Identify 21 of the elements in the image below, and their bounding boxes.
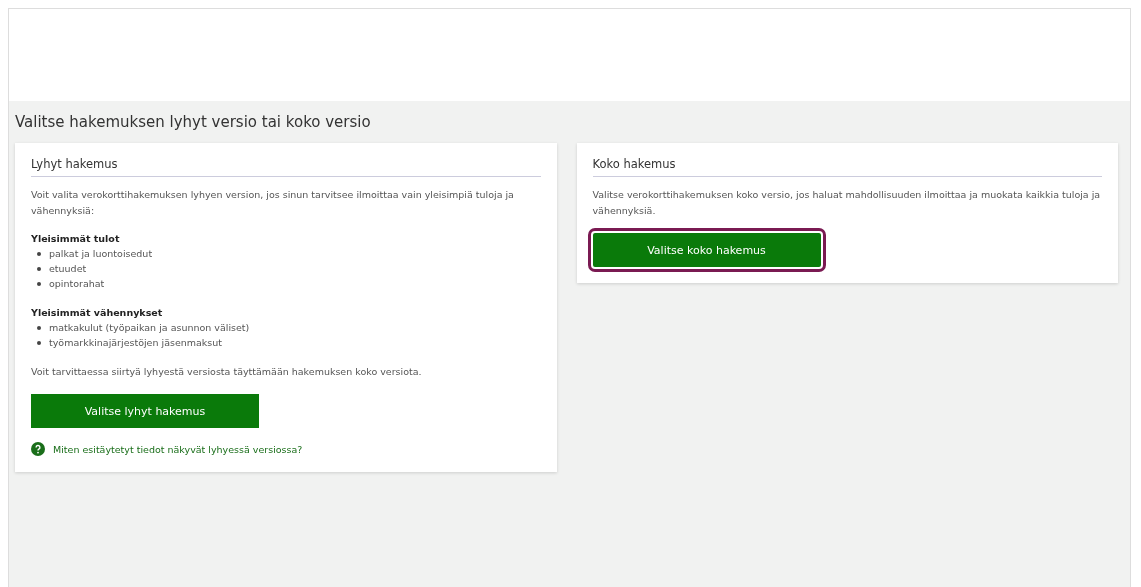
help-link[interactable]: Miten esitäytetyt tiedot näkyvät lyhyessä versiossa? (53, 443, 303, 455)
help-icon (31, 442, 45, 456)
page-heading: Valitse hakemuksen lyhyt versio tai koko versio (15, 113, 372, 131)
card-description: Voit valita verokorttihakemuksen lyhyen version, jos sinun tarvitsee ilmoittaa vain yleisimpiä tuloja ja vähennyksiä: (31, 188, 515, 218)
card-title: Koko hakemus (592, 157, 1102, 177)
group-title: Yleisimmät tulot (31, 232, 121, 246)
card-description: Valitse verokorttihakemuksen koko versio, jos haluat mahdollisuuden ilmoittaa ja muokata kaikkia tuloja ja vähennyksiä. (592, 188, 1102, 218)
list-item: työmarkkinajärjestöjen jäsenmaksut (49, 336, 223, 350)
bullet-icon (37, 325, 41, 330)
list-item: matkakulut (työpaikan ja asunnon väliset) (49, 321, 250, 335)
group-title: Yleisimmät vähennykset (31, 306, 164, 320)
select-button[interactable]: Valitse lyhyt hakemus (31, 394, 259, 428)
bullet-icon (37, 266, 41, 271)
card-title: Lyhyt hakemus (31, 157, 541, 177)
bullet-icon (37, 251, 41, 256)
card-note: Voit tarvittaessa siirtyä lyhyestä versiosta täyttämään hakemuksen koko versiota. (31, 365, 423, 379)
list-item: opintorahat (49, 277, 105, 291)
list-item: etuudet (49, 262, 87, 276)
bullet-icon (37, 281, 41, 286)
list-item: palkat ja luontoisedut (49, 247, 153, 261)
bullet-icon (37, 340, 41, 345)
